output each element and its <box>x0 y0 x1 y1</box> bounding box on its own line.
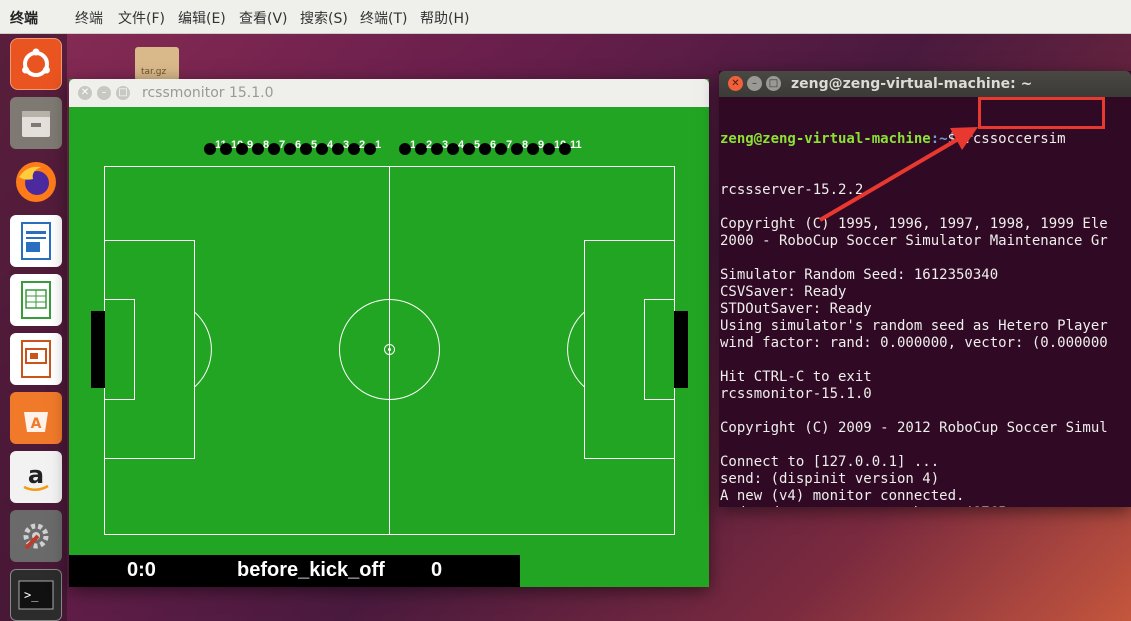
right-penalty-box <box>584 240 675 459</box>
ball <box>388 348 391 351</box>
score-bar: 0:0 before_kick_off 0 <box>69 555 520 587</box>
terminal-window: ✕ – □ zeng@zeng-virtual-machine: ~ zeng@… <box>719 71 1131 507</box>
menu-terminal[interactable]: 终端 <box>75 8 103 28</box>
launcher: A a >_ <box>0 34 67 621</box>
prompt-sign: $ <box>947 131 965 147</box>
left-goal <box>91 311 105 388</box>
terminal-titlebar[interactable]: ✕ – □ zeng@zeng-virtual-machine: ~ <box>719 71 1131 97</box>
writer-icon[interactable] <box>10 215 62 267</box>
minimize-icon[interactable]: – <box>97 86 111 100</box>
terminal-line: 2000 - RoboCup Soccer Simulator Maintena… <box>720 233 1108 249</box>
left-goal-box <box>104 299 135 400</box>
software-center-icon[interactable]: A <box>10 392 62 444</box>
menu-help[interactable]: 帮助(H) <box>420 8 469 28</box>
firefox-icon[interactable] <box>10 156 62 208</box>
prompt-line: zeng@zeng-virtual-machine:~$ rcssoccersi… <box>720 131 1131 148</box>
maximize-icon[interactable]: □ <box>116 86 130 100</box>
app-title: 终端 <box>10 11 38 27</box>
terminal-title: zeng@zeng-virtual-machine: ~ <box>791 76 1033 92</box>
svg-text:a: a <box>28 461 44 489</box>
amazon-icon[interactable]: a <box>10 451 62 503</box>
command-text: rcssoccersim <box>964 131 1066 147</box>
highlight-box <box>978 97 1105 129</box>
terminal-line: rcssmonitor-15.1.0 <box>720 386 872 402</box>
files-icon[interactable] <box>10 97 62 149</box>
terminal-line: CSVSaver: Ready <box>720 284 847 300</box>
svg-text:A: A <box>31 416 42 432</box>
game-time: 0 <box>431 559 443 581</box>
system-settings-icon[interactable] <box>10 510 62 562</box>
menu-terminal-t[interactable]: 终端(T) <box>360 8 407 28</box>
terminal-line: Using simulator's random seed as Hetero … <box>720 318 1108 334</box>
soccer-field: 11 10 9 8 7 6 5 4 3 2 1 1 2 3 4 5 6 7 8 9 10 11 <box>91 139 688 535</box>
desktop-icon-label: tar.gz <box>141 67 167 77</box>
terminal-line: Connect to [127.0.0.1] ... <box>720 454 940 470</box>
left-penalty-arc <box>194 311 212 388</box>
right-goal-box <box>644 299 675 400</box>
ubuntu-dash-icon[interactable] <box>10 38 62 90</box>
impress-icon[interactable] <box>10 333 62 385</box>
terminal-line: Copyright (C) 2009 - 2012 RoboCup Soccer… <box>720 420 1108 436</box>
left-team-player-number: 1 <box>375 139 381 151</box>
players-group: 11 10 9 8 7 6 5 4 3 2 1 1 2 3 4 5 6 7 8 9 10 11 <box>204 139 582 155</box>
top-menu-bar: 终端 终端 文件(F) 编辑(E) 查看(V) 搜索(S) 终端(T) 帮助(H… <box>0 0 1131 34</box>
terminal-line: A new (v4) monitor connected. <box>720 488 965 504</box>
terminal-line: updated server port number = 48765 <box>720 505 1131 507</box>
close-icon[interactable]: ✕ <box>728 76 743 91</box>
menu-file[interactable]: 文件(F) <box>118 8 165 28</box>
score: 0:0 <box>127 559 156 581</box>
terminal-line: wind factor: rand: 0.000000, vector: (0.… <box>720 335 1108 351</box>
terminal-line: STDOutSaver: Ready <box>720 301 872 317</box>
maximize-icon[interactable]: □ <box>766 76 781 91</box>
minimize-icon[interactable]: – <box>747 76 762 91</box>
menu-edit[interactable]: 编辑(E) <box>178 8 226 28</box>
terminal-line: Hit CTRL-C to exit <box>720 369 872 385</box>
monitor-titlebar[interactable]: ✕ – □ rcssmonitor 15.1.0 <box>69 79 709 107</box>
prompt-path: :~ <box>930 131 948 147</box>
right-team-player-number: 11 <box>570 139 582 151</box>
terminal-lines: rcssserver-15.2.2 Copyright (C) 1995, 19… <box>720 182 1131 507</box>
terminal-line: rcssserver-15.2.2 <box>720 182 864 198</box>
close-icon[interactable]: ✕ <box>78 86 92 100</box>
terminal-line: Copyright (C) 1995, 1996, 1997, 1998, 19… <box>720 216 1108 232</box>
right-penalty-arc <box>567 311 585 388</box>
terminal-output[interactable]: zeng@zeng-virtual-machine:~$ rcssoccersi… <box>720 97 1131 507</box>
left-penalty-box <box>104 240 195 459</box>
right-goal <box>674 311 688 388</box>
menu-view[interactable]: 查看(V) <box>239 8 288 28</box>
prompt-user: zeng@zeng-virtual-machine <box>720 131 931 147</box>
rcssmonitor-window: ✕ – □ rcssmonitor 15.1.0 11 10 9 8 7 6 5 4 3 2 1 1 2… <box>69 79 709 587</box>
terminal-line: send: (dispinit version 4) <box>720 471 940 487</box>
window-title: rcssmonitor 15.1.0 <box>142 85 274 101</box>
terminal-icon[interactable]: >_ <box>10 569 62 621</box>
playmode: before_kick_off <box>237 559 385 581</box>
menu-search[interactable]: 搜索(S) <box>300 8 348 28</box>
terminal-line: Simulator Random Seed: 1612350340 <box>720 267 999 283</box>
svg-text:>_: >_ <box>24 588 39 602</box>
calc-icon[interactable] <box>10 274 62 326</box>
